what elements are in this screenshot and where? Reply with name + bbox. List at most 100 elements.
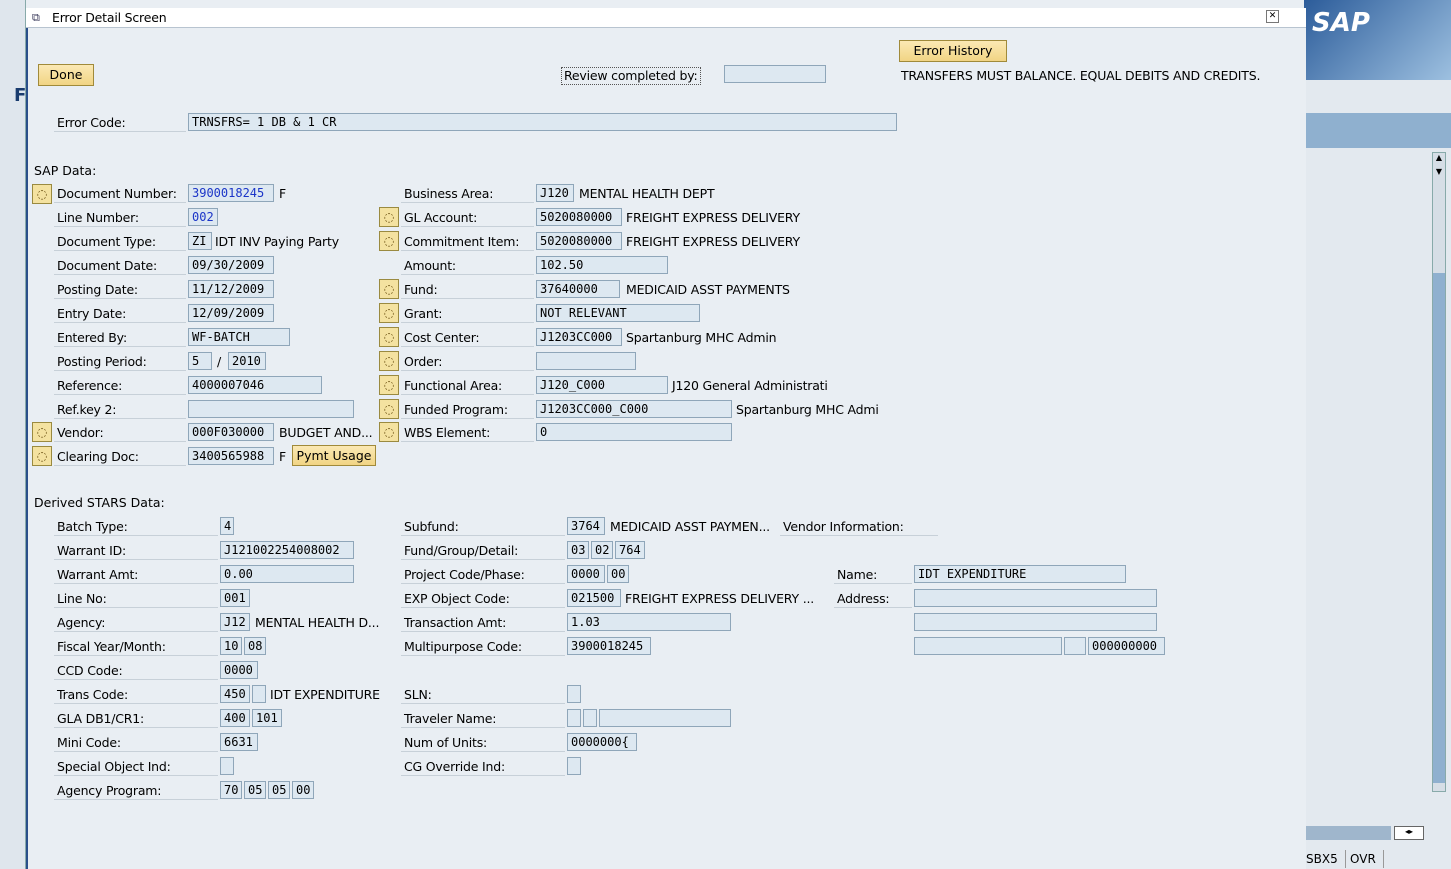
wbs-element-label: WBS Element: xyxy=(401,424,534,442)
fund-text: MEDICAID ASST PAYMENTS xyxy=(626,282,790,297)
document-date-field[interactable]: 09/30/2009 xyxy=(188,256,274,274)
order-field[interactable] xyxy=(536,352,636,370)
vendor-state-field[interactable] xyxy=(1064,637,1086,655)
line-no-field[interactable]: 001 xyxy=(220,589,250,607)
line-number-field[interactable]: 002 xyxy=(188,208,218,226)
agency-program-field-3[interactable]: 05 xyxy=(268,781,290,799)
fund-group-field-2[interactable]: 02 xyxy=(591,541,613,559)
warrant-amt-label: Warrant Amt: xyxy=(54,566,218,584)
batch-type-field[interactable]: 4 xyxy=(220,517,234,535)
commitment-item-text: FREIGHT EXPRESS DELIVERY xyxy=(626,234,800,249)
traveler-name-field-2[interactable] xyxy=(583,709,597,727)
scroll-down-icon[interactable]: ▼ xyxy=(1433,167,1445,181)
sap-banner: SAP xyxy=(1304,0,1451,80)
fiscal-year-field[interactable]: 10 xyxy=(220,637,242,655)
grant-glasses-icon[interactable]: ◌ xyxy=(379,303,399,323)
document-number-field[interactable]: 3900018245 xyxy=(188,184,274,202)
trans-code-field[interactable]: 450 xyxy=(220,685,250,703)
traveler-name-field-3[interactable] xyxy=(599,709,731,727)
scroll-up-icon[interactable]: ▲ xyxy=(1433,153,1445,167)
fund-glasses-icon[interactable]: ◌ xyxy=(379,279,399,299)
warrant-id-field[interactable]: J121002254008002 xyxy=(220,541,354,559)
vendor-field[interactable]: 000F030000 xyxy=(188,423,274,441)
wbs-element-field[interactable]: 0 xyxy=(536,423,732,441)
document-glasses-icon[interactable]: ◌ xyxy=(32,184,52,204)
vendor-zip-field[interactable]: 000000000 xyxy=(1088,637,1165,655)
project-code-field[interactable]: 0000 xyxy=(567,565,605,583)
entry-date-field[interactable]: 12/09/2009 xyxy=(188,304,274,322)
entered-by-field[interactable]: WF-BATCH xyxy=(188,328,290,346)
order-glasses-icon[interactable]: ◌ xyxy=(379,351,399,371)
subfund-text: MEDICAID ASST PAYMEN... xyxy=(610,519,770,534)
trans-code-field-2[interactable] xyxy=(252,685,266,703)
warrant-amt-field[interactable]: 0.00 xyxy=(220,565,354,583)
commitment-item-field[interactable]: 5020080000 xyxy=(536,232,622,250)
traveler-name-field-1[interactable] xyxy=(567,709,581,727)
functional-area-field[interactable]: J120_C000 xyxy=(536,376,668,394)
reference-field[interactable]: 4000007046 xyxy=(188,376,322,394)
document-type-field[interactable]: ZI xyxy=(188,232,212,250)
amount-field[interactable]: 102.50 xyxy=(536,256,668,274)
scroll-thumb[interactable] xyxy=(1433,273,1445,783)
grant-field[interactable]: NOT RELEVANT xyxy=(536,304,700,322)
funded-program-glasses-icon[interactable]: ◌ xyxy=(379,399,399,419)
fiscal-month-field[interactable]: 08 xyxy=(244,637,266,655)
business-area-field[interactable]: J120 xyxy=(536,184,574,202)
cost-center-field[interactable]: J1203CC000 xyxy=(536,328,622,346)
done-button[interactable]: Done xyxy=(38,64,94,86)
vendor-address-line2[interactable] xyxy=(914,613,1157,631)
mini-code-field[interactable]: 6631 xyxy=(220,733,258,751)
gla-db-field[interactable]: 400 xyxy=(220,709,250,727)
multipurpose-field[interactable]: 3900018245 xyxy=(567,637,651,655)
transaction-amt-field[interactable]: 1.03 xyxy=(567,613,731,631)
close-icon[interactable]: ✕ xyxy=(1266,10,1279,23)
fund-group-field-3[interactable]: 764 xyxy=(615,541,645,559)
gl-account-glasses-icon[interactable]: ◌ xyxy=(379,207,399,227)
gla-label: GLA DB1/CR1: xyxy=(54,710,218,728)
agency-field[interactable]: J12 xyxy=(220,613,250,631)
ccd-code-label: CCD Code: xyxy=(54,662,218,680)
stars-data-heading: Derived STARS Data: xyxy=(34,495,165,510)
amount-label: Amount: xyxy=(401,257,534,275)
ref-key2-field[interactable] xyxy=(188,400,354,418)
num-units-field[interactable]: 0000000{ xyxy=(567,733,637,751)
exp-object-field[interactable]: 021500 xyxy=(567,589,621,607)
functional-area-glasses-icon[interactable]: ◌ xyxy=(379,375,399,395)
review-completed-field[interactable] xyxy=(724,65,826,83)
sln-field[interactable] xyxy=(567,685,581,703)
document-date-label: Document Date: xyxy=(54,257,186,275)
cost-center-glasses-icon[interactable]: ◌ xyxy=(379,327,399,347)
vendor-city-field[interactable] xyxy=(914,637,1062,655)
error-code-field[interactable]: TRNSFRS= 1 DB & 1 CR xyxy=(188,113,897,131)
subfund-field[interactable]: 3764 xyxy=(567,517,605,535)
posting-period-field[interactable]: 5 xyxy=(188,352,212,370)
posting-year-field[interactable]: 2010 xyxy=(228,352,266,370)
vendor-glasses-icon[interactable]: ◌ xyxy=(32,422,52,442)
clearing-doc-glasses-icon[interactable]: ◌ xyxy=(32,446,52,466)
posting-date-field[interactable]: 11/12/2009 xyxy=(188,280,274,298)
background-scrollbar[interactable]: ▲ ▼ xyxy=(1432,152,1446,792)
agency-program-field-1[interactable]: 70 xyxy=(220,781,242,799)
traveler-name-label: Traveler Name: xyxy=(401,710,565,728)
pymt-usage-button[interactable]: Pymt Usage xyxy=(292,445,376,466)
error-history-button[interactable]: Error History xyxy=(899,40,1007,62)
hscroll-track[interactable] xyxy=(1304,826,1391,840)
vendor-name-field[interactable]: IDT EXPENDITURE xyxy=(914,565,1126,583)
commitment-item-glasses-icon[interactable]: ◌ xyxy=(379,231,399,251)
funded-program-field[interactable]: J1203CC000_C000 xyxy=(536,400,732,418)
clearing-doc-field[interactable]: 3400565988 xyxy=(188,447,274,465)
fund-group-field-1[interactable]: 03 xyxy=(567,541,589,559)
fund-field[interactable]: 37640000 xyxy=(536,280,620,298)
hscroll-arrows-icon[interactable]: ◂▸ xyxy=(1394,826,1424,840)
cg-override-field[interactable] xyxy=(567,757,581,775)
agency-program-field-2[interactable]: 05 xyxy=(244,781,266,799)
wbs-element-glasses-icon[interactable]: ◌ xyxy=(379,422,399,442)
project-phase-field[interactable]: 00 xyxy=(607,565,629,583)
special-object-field[interactable] xyxy=(220,757,234,775)
gla-cr-field[interactable]: 101 xyxy=(252,709,282,727)
fund-group-label: Fund/Group/Detail: xyxy=(401,542,565,560)
ccd-code-field[interactable]: 0000 xyxy=(220,661,258,679)
vendor-address-line1[interactable] xyxy=(914,589,1157,607)
agency-program-field-4[interactable]: 00 xyxy=(292,781,314,799)
gl-account-field[interactable]: 5020080000 xyxy=(536,208,622,226)
